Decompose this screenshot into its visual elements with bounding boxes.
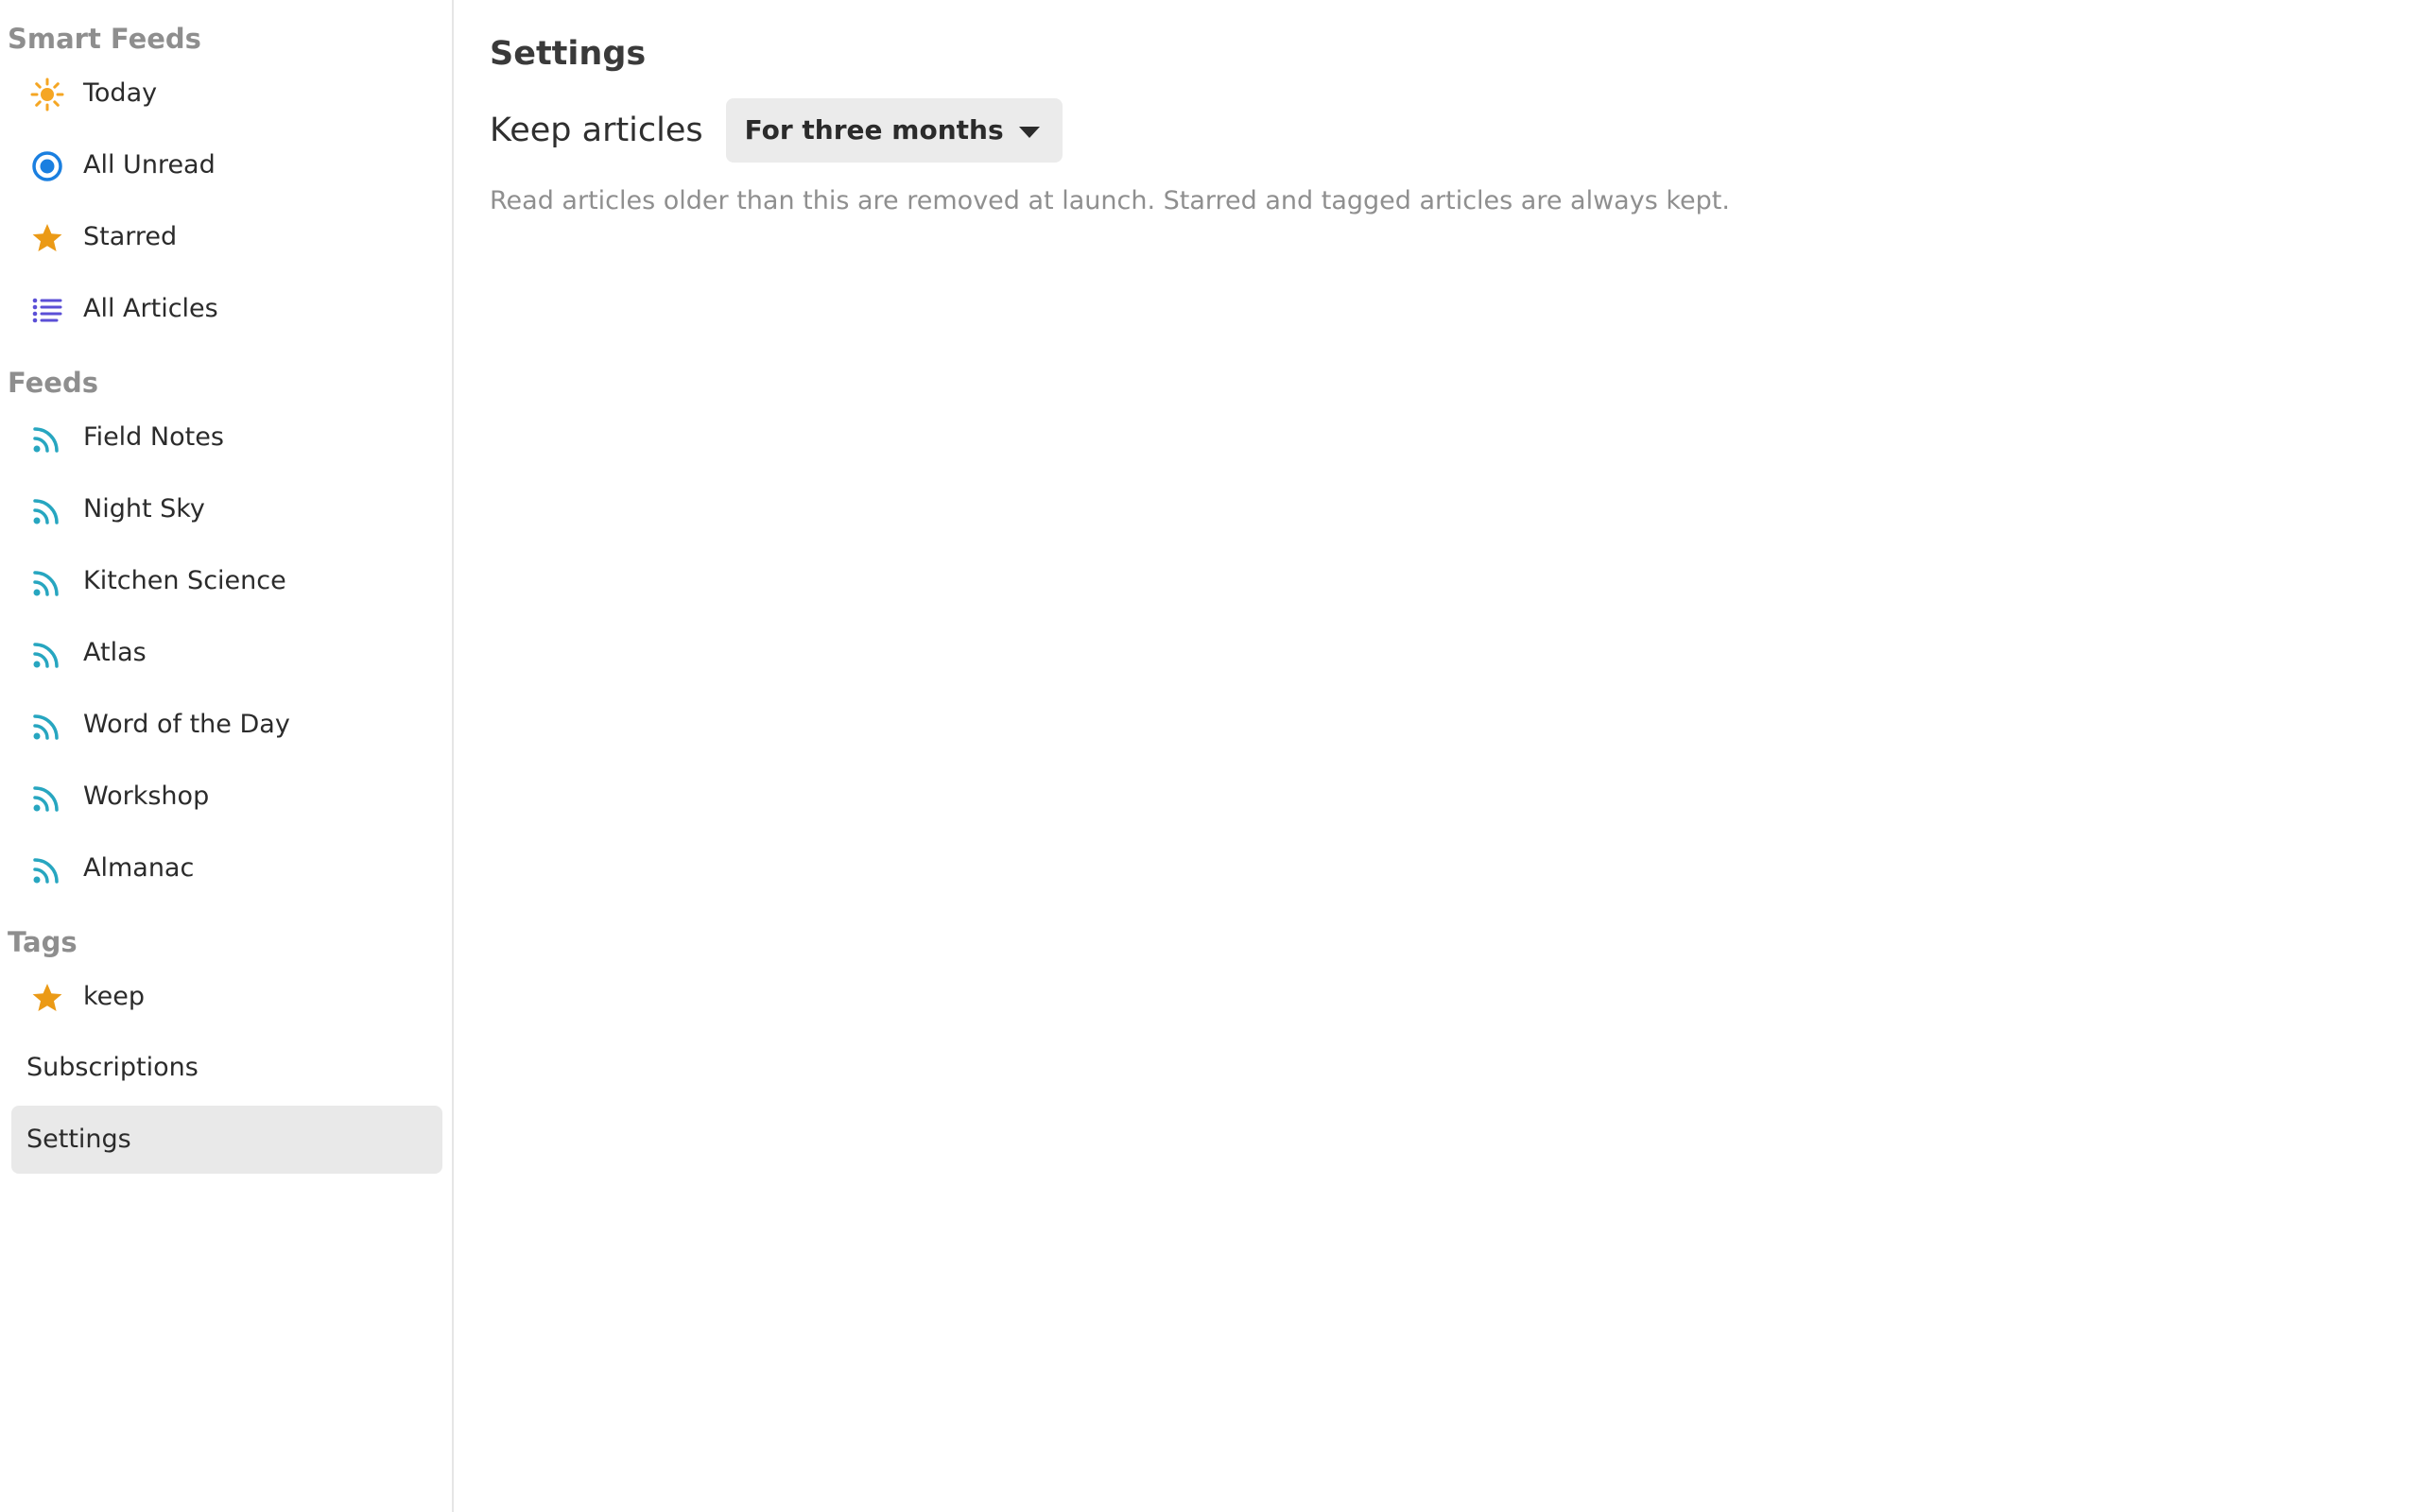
sidebar-item-tag-keep[interactable]: keep bbox=[0, 964, 444, 1030]
dropdown-value: For three months bbox=[744, 114, 1004, 146]
sidebar-item-label: Word of the Day bbox=[83, 710, 290, 739]
sidebar-item-label: Almanac bbox=[83, 853, 195, 883]
sun-icon bbox=[30, 77, 64, 112]
page-title: Settings bbox=[490, 35, 647, 73]
smart-feeds-header: Smart Feeds bbox=[8, 23, 201, 55]
sidebar-item-label: All Unread bbox=[83, 150, 216, 180]
sidebar-item-kitchen-science[interactable]: Kitchen Science bbox=[0, 548, 444, 614]
list-icon bbox=[30, 293, 64, 327]
sidebar-item-label: Workshop bbox=[83, 782, 210, 811]
sidebar-item-atlas[interactable]: Atlas bbox=[0, 620, 444, 686]
rss-icon bbox=[30, 709, 64, 743]
sidebar-item-almanac[interactable]: Almanac bbox=[0, 835, 444, 902]
sidebar-item-subscriptions[interactable]: Subscriptions bbox=[11, 1034, 442, 1102]
sidebar-item-label: Today bbox=[83, 78, 158, 108]
radio-dot-icon bbox=[30, 149, 64, 183]
star-icon bbox=[30, 981, 64, 1015]
rss-icon bbox=[30, 493, 64, 527]
keep-articles-dropdown[interactable]: For three months bbox=[725, 98, 1063, 163]
sidebar: Smart Feeds Today All Unread Starred All… bbox=[0, 0, 454, 1512]
sidebar-item-starred[interactable]: Starred bbox=[0, 204, 444, 270]
sidebar-item-label: keep bbox=[83, 982, 146, 1011]
sidebar-item-label: Night Sky bbox=[83, 494, 205, 524]
keep-articles-label: Keep articles bbox=[490, 112, 703, 149]
help-text: Read articles older than this are remove… bbox=[490, 186, 1730, 215]
rss-icon bbox=[30, 781, 64, 815]
sidebar-item-label: Atlas bbox=[83, 638, 147, 667]
keep-articles-row: Keep articles For three months bbox=[490, 98, 1063, 163]
sidebar-item-workshop[interactable]: Workshop bbox=[0, 764, 444, 830]
sidebar-item-word-of-the-day[interactable]: Word of the Day bbox=[0, 692, 444, 758]
sidebar-item-today[interactable]: Today bbox=[0, 60, 444, 127]
rss-icon bbox=[30, 421, 64, 455]
sidebar-item-label: Kitchen Science bbox=[83, 566, 286, 595]
sidebar-item-field-notes[interactable]: Field Notes bbox=[0, 404, 444, 471]
rss-icon bbox=[30, 637, 64, 671]
sidebar-item-label: Field Notes bbox=[83, 422, 224, 452]
sidebar-item-label: Settings bbox=[26, 1125, 131, 1154]
feeds-header: Feeds bbox=[8, 367, 98, 399]
rss-icon bbox=[30, 565, 64, 599]
sidebar-item-all-articles[interactable]: All Articles bbox=[0, 276, 444, 342]
sidebar-item-all-unread[interactable]: All Unread bbox=[0, 132, 444, 198]
chevron-down-icon bbox=[1018, 127, 1040, 138]
sidebar-item-night-sky[interactable]: Night Sky bbox=[0, 476, 444, 542]
tags-header: Tags bbox=[8, 926, 78, 958]
sidebar-item-label: Starred bbox=[83, 222, 178, 251]
sidebar-item-label: Subscriptions bbox=[26, 1053, 199, 1082]
sidebar-item-label: All Articles bbox=[83, 294, 218, 323]
settings-pane: Settings Keep articles For three months … bbox=[454, 0, 2420, 1512]
rss-icon bbox=[30, 852, 64, 886]
app-window: Smart Feeds Today All Unread Starred All… bbox=[0, 0, 2420, 1512]
star-icon bbox=[30, 221, 64, 255]
sidebar-item-settings[interactable]: Settings bbox=[11, 1106, 442, 1174]
